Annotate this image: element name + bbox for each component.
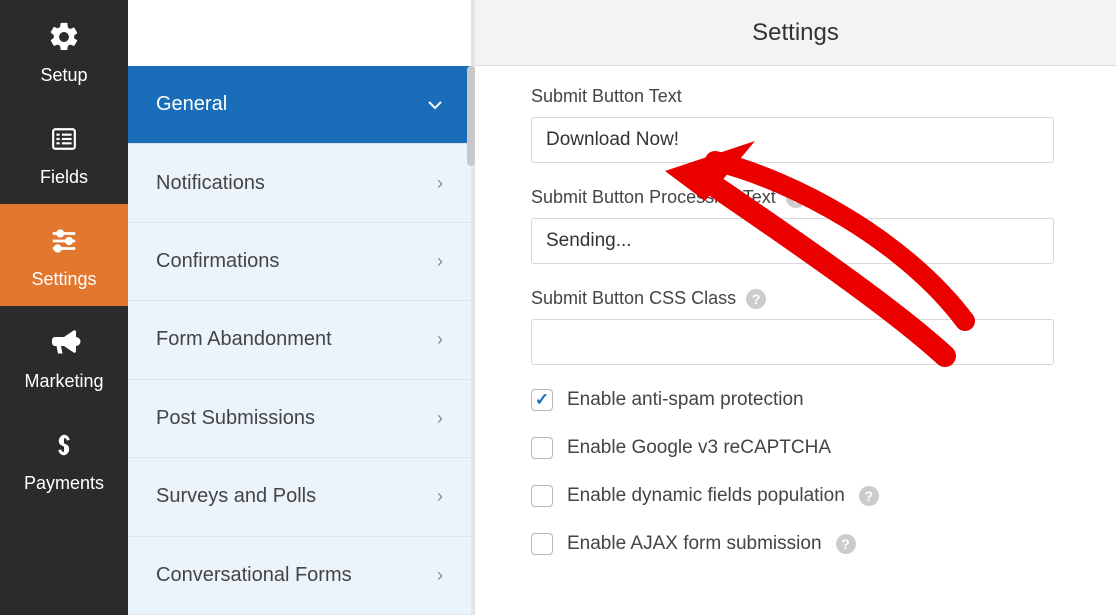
subnav-item-surveys-polls[interactable]: Surveys and Polls › — [128, 458, 471, 536]
checkbox-label: Enable anti-spam protection — [567, 389, 804, 411]
submit-processing-input[interactable] — [531, 218, 1054, 264]
chevron-right-icon: › — [437, 329, 443, 350]
form-body: Submit Button Text Submit Button Process… — [475, 66, 1116, 615]
chevron-down-icon — [427, 94, 443, 115]
page-title: Settings — [475, 0, 1116, 66]
rail-label: Setup — [40, 65, 87, 86]
checkbox-label: Enable AJAX form submission — [567, 533, 822, 555]
chevron-right-icon: › — [437, 408, 443, 429]
subnav-label: Form Abandonment — [156, 328, 332, 351]
subnav-item-form-abandonment[interactable]: Form Abandonment › — [128, 301, 471, 379]
submit-text-input[interactable] — [531, 117, 1054, 163]
subnav-item-conversational-forms[interactable]: Conversational Forms › — [128, 537, 471, 615]
submit-processing-label: Submit Button Processing Text — [531, 187, 776, 208]
submit-css-input[interactable] — [531, 319, 1054, 365]
help-icon[interactable]: ? — [746, 289, 766, 309]
subnav-label: Post Submissions — [156, 407, 315, 430]
scrollbar[interactable] — [467, 66, 475, 166]
list-icon — [44, 119, 84, 159]
rail-label: Marketing — [24, 371, 103, 392]
help-icon[interactable]: ? — [836, 534, 856, 554]
checkbox-recaptcha[interactable] — [531, 437, 553, 459]
submit-css-label: Submit Button CSS Class — [531, 288, 736, 309]
subnav-item-general[interactable]: General — [128, 66, 471, 144]
subnav-item-post-submissions[interactable]: Post Submissions › — [128, 380, 471, 458]
checkbox-ajax[interactable] — [531, 533, 553, 555]
subnav-label: General — [156, 93, 227, 116]
help-icon[interactable]: ? — [859, 486, 879, 506]
bullhorn-icon — [44, 323, 84, 363]
rail-label: Payments — [24, 473, 104, 494]
rail-item-fields[interactable]: Fields — [0, 102, 128, 204]
subnav-item-notifications[interactable]: Notifications › — [128, 144, 471, 222]
gear-icon — [44, 17, 84, 57]
settings-subnav: General Notifications › Confirmations › Fo… — [128, 0, 475, 615]
chevron-right-icon: › — [437, 486, 443, 507]
rail-item-settings[interactable]: Settings — [0, 204, 128, 306]
rail-item-marketing[interactable]: Marketing — [0, 306, 128, 408]
checkbox-label: Enable Google v3 reCAPTCHA — [567, 437, 831, 459]
subnav-label: Notifications — [156, 172, 265, 195]
main-panel: Settings Submit Button Text Submit Butto… — [475, 0, 1116, 615]
rail-item-payments[interactable]: Payments — [0, 408, 128, 510]
checkbox-dynamic-fields[interactable] — [531, 485, 553, 507]
chevron-right-icon: › — [437, 251, 443, 272]
checkbox-antispam[interactable]: ✓ — [531, 389, 553, 411]
sliders-icon — [44, 221, 84, 261]
subnav-label: Surveys and Polls — [156, 485, 316, 508]
rail-item-setup[interactable]: Setup — [0, 0, 128, 102]
chevron-right-icon: › — [437, 173, 443, 194]
checkbox-label: Enable dynamic fields population — [567, 485, 845, 507]
subnav-item-confirmations[interactable]: Confirmations › — [128, 223, 471, 301]
dollar-icon — [44, 425, 84, 465]
rail-label: Fields — [40, 167, 88, 188]
submit-text-label: Submit Button Text — [531, 86, 1054, 107]
chevron-right-icon: › — [437, 565, 443, 586]
left-rail: Setup Fields Settings Marketing Payments — [0, 0, 128, 615]
help-icon[interactable]: ? — [786, 188, 806, 208]
subnav-label: Confirmations — [156, 250, 279, 273]
rail-label: Settings — [31, 269, 96, 290]
subnav-label: Conversational Forms — [156, 564, 352, 587]
